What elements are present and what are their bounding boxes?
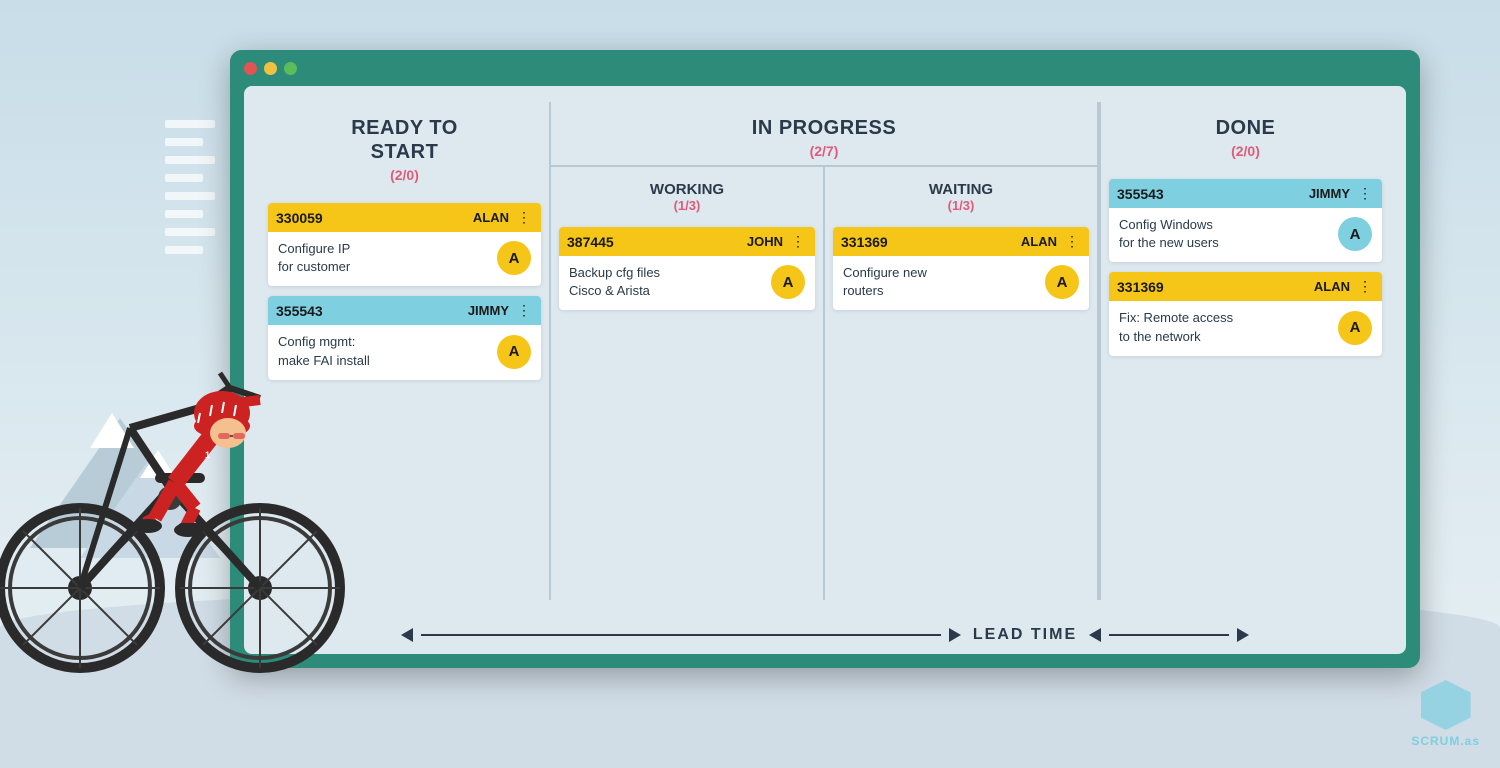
card-id-331369-waiting: 331369 bbox=[841, 234, 1015, 250]
card-menu-icon-355543-ready[interactable]: ⋮ bbox=[515, 302, 533, 319]
card-avatar-387445: A bbox=[771, 265, 805, 299]
card-menu-icon-387445[interactable]: ⋮ bbox=[789, 233, 807, 250]
card-menu-icon-330059[interactable]: ⋮ bbox=[515, 209, 533, 226]
sub-column-header-waiting: WAITING (1/3) bbox=[833, 175, 1089, 221]
card-assignee-331369-waiting: ALAN bbox=[1021, 234, 1057, 249]
card-assignee-355543-ready: JIMMY bbox=[468, 303, 509, 318]
column-header-done: DONE (2/0) bbox=[1109, 102, 1382, 169]
sub-column-title-waiting: WAITING bbox=[837, 181, 1085, 198]
card-id-331369-done: 331369 bbox=[1117, 279, 1308, 295]
column-count-in-progress: (2/7) bbox=[559, 143, 1089, 159]
card-avatar-330059: A bbox=[497, 241, 531, 275]
scrum-logo-hexagon bbox=[1421, 680, 1471, 730]
sub-column-waiting: WAITING (1/3) 331369 ALAN ⋮ Configure ne… bbox=[825, 167, 1097, 600]
column-in-progress: IN PROGRESS (2/7) WORKING (1/3) 387445 bbox=[549, 102, 1099, 600]
sub-column-title-working: WORKING bbox=[563, 181, 811, 198]
arrow-left-icon-2 bbox=[1089, 628, 1101, 642]
card-id-355543-done: 355543 bbox=[1117, 186, 1303, 202]
card-avatar-355543-ready: A bbox=[497, 335, 531, 369]
arrow-right-icon bbox=[949, 628, 961, 642]
card-body-331369-done: Fix: Remote accessto the network A bbox=[1109, 301, 1382, 355]
card-assignee-331369-done: ALAN bbox=[1314, 279, 1350, 294]
card-desc-355543-done: Config Windowsfor the new users bbox=[1119, 216, 1330, 252]
in-progress-header: IN PROGRESS (2/7) bbox=[551, 102, 1097, 167]
arrow-left-icon bbox=[401, 628, 413, 642]
lead-time-line bbox=[421, 634, 941, 636]
sub-column-working: WORKING (1/3) 387445 JOHN ⋮ Backup cfg f… bbox=[551, 167, 825, 600]
column-header-ready: READY TOSTART (2/0) bbox=[268, 102, 541, 193]
lead-time-arrow bbox=[401, 628, 961, 642]
kanban-board: READY TOSTART (2/0) 330059 ALAN ⋮ Config… bbox=[244, 86, 1406, 616]
minimize-button[interactable] bbox=[264, 62, 277, 75]
cyclist-illustration: 1 bbox=[0, 208, 350, 708]
scrum-branding: SCRUM.as bbox=[1411, 680, 1480, 748]
card-avatar-331369-waiting: A bbox=[1045, 265, 1079, 299]
card-avatar-331369-done: A bbox=[1338, 311, 1372, 345]
browser-titlebar bbox=[230, 50, 1420, 86]
task-card-331369-waiting[interactable]: 331369 ALAN ⋮ Configure newrouters A bbox=[833, 227, 1089, 310]
lead-time-bar: LEAD TIME bbox=[244, 616, 1406, 654]
scrum-logo-text: SCRUM.as bbox=[1411, 734, 1480, 748]
card-header-331369-waiting: 331369 ALAN ⋮ bbox=[833, 227, 1089, 256]
card-assignee-387445: JOHN bbox=[747, 234, 783, 249]
card-assignee-330059: ALAN bbox=[473, 210, 509, 225]
card-body-387445: Backup cfg filesCisco & Arista A bbox=[559, 256, 815, 310]
column-count-done: (2/0) bbox=[1117, 143, 1374, 159]
card-id-387445: 387445 bbox=[567, 234, 741, 250]
column-title-ready: READY TOSTART bbox=[276, 116, 533, 164]
sub-column-count-waiting: (1/3) bbox=[837, 198, 1085, 213]
maximize-button[interactable] bbox=[284, 62, 297, 75]
task-card-355543-done[interactable]: 355543 JIMMY ⋮ Config Windowsfor the new… bbox=[1109, 179, 1382, 262]
card-avatar-355543-done: A bbox=[1338, 217, 1372, 251]
svg-text:1: 1 bbox=[205, 450, 210, 460]
browser-content: READY TOSTART (2/0) 330059 ALAN ⋮ Config… bbox=[244, 86, 1406, 654]
column-title-in-progress: IN PROGRESS bbox=[559, 116, 1089, 140]
column-done: DONE (2/0) 355543 JIMMY ⋮ Config Windows… bbox=[1099, 102, 1390, 600]
card-header-331369-done: 331369 ALAN ⋮ bbox=[1109, 272, 1382, 301]
lead-time-arrow-2 bbox=[1089, 628, 1249, 642]
close-button[interactable] bbox=[244, 62, 257, 75]
sub-column-header-working: WORKING (1/3) bbox=[559, 175, 815, 221]
card-menu-icon-331369-waiting[interactable]: ⋮ bbox=[1063, 233, 1081, 250]
card-body-355543-done: Config Windowsfor the new users A bbox=[1109, 208, 1382, 262]
card-desc-331369-waiting: Configure newrouters bbox=[843, 264, 1037, 300]
task-card-331369-done[interactable]: 331369 ALAN ⋮ Fix: Remote accessto the n… bbox=[1109, 272, 1382, 355]
card-body-331369-waiting: Configure newrouters A bbox=[833, 256, 1089, 310]
in-progress-sub-columns: WORKING (1/3) 387445 JOHN ⋮ Backup cfg f… bbox=[551, 167, 1097, 600]
browser-window: READY TOSTART (2/0) 330059 ALAN ⋮ Config… bbox=[230, 50, 1420, 668]
card-assignee-355543-done: JIMMY bbox=[1309, 186, 1350, 201]
card-header-387445: 387445 JOHN ⋮ bbox=[559, 227, 815, 256]
card-desc-331369-done: Fix: Remote accessto the network bbox=[1119, 309, 1330, 345]
card-menu-icon-331369-done[interactable]: ⋮ bbox=[1356, 278, 1374, 295]
task-card-387445[interactable]: 387445 JOHN ⋮ Backup cfg filesCisco & Ar… bbox=[559, 227, 815, 310]
lead-time-label: LEAD TIME bbox=[973, 626, 1077, 644]
column-title-done: DONE bbox=[1117, 116, 1374, 140]
arrow-right-icon-2 bbox=[1237, 628, 1249, 642]
card-desc-387445: Backup cfg filesCisco & Arista bbox=[569, 264, 763, 300]
card-menu-icon-355543-done[interactable]: ⋮ bbox=[1356, 185, 1374, 202]
column-count-ready: (2/0) bbox=[276, 167, 533, 183]
card-header-355543-done: 355543 JIMMY ⋮ bbox=[1109, 179, 1382, 208]
lead-time-line-2 bbox=[1109, 634, 1229, 636]
sub-column-count-working: (1/3) bbox=[563, 198, 811, 213]
